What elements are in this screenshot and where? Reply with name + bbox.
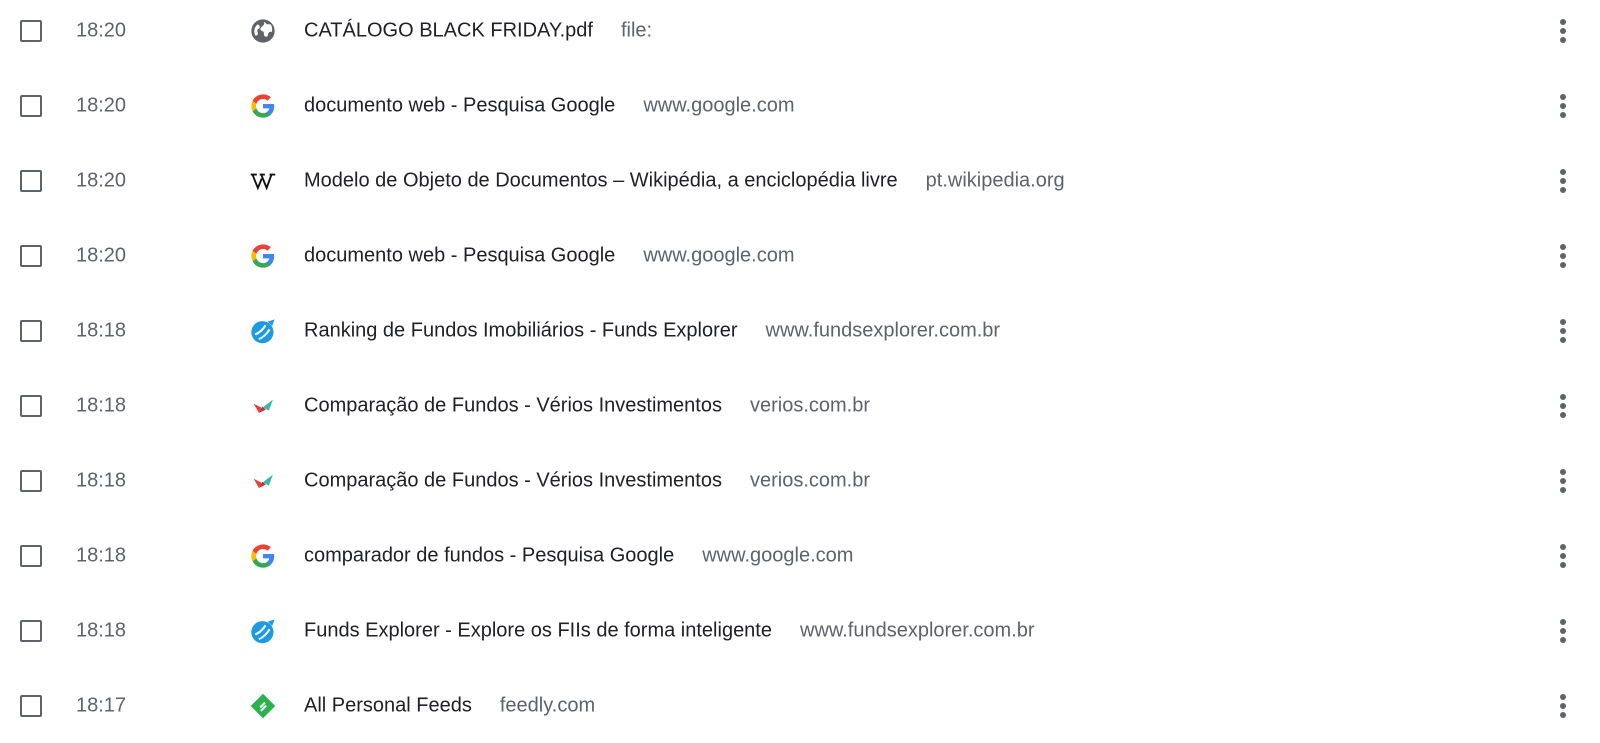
page-title-link[interactable]: documento web - Pesquisa Google [304,94,615,117]
visit-time: 18:18 [76,319,127,341]
google-icon [249,242,277,270]
more-vert-icon [1560,393,1566,418]
more-actions-button[interactable] [1548,161,1578,201]
more-vert-icon [1560,693,1566,718]
more-actions-button[interactable] [1548,236,1578,276]
history-item[interactable]: 18:20 Modelo de Objeto de Documentos – W… [0,143,1600,218]
visit-time: 18:20 [76,94,127,116]
history-item[interactable]: 18:18 comparador de fundos - Pesquisa Go… [0,518,1600,593]
page-title-link[interactable]: Comparação de Fundos - Vérios Investimen… [304,394,722,417]
funds-explorer-icon [249,317,277,345]
page-title-link[interactable]: Funds Explorer - Explore os FIIs de form… [304,619,772,642]
select-checkbox[interactable] [20,619,42,642]
history-item[interactable]: 18:20 documento web - Pesquisa Google ww… [0,68,1600,143]
history-item[interactable]: 18:20 documento web - Pesquisa Google ww… [0,218,1600,293]
more-actions-button[interactable] [1548,86,1578,126]
history-entry: Ranking de Fundos Imobiliários - Funds E… [304,319,1000,342]
more-vert-icon [1560,243,1566,268]
page-domain: file: [620,19,653,41]
history-entry: CATÁLOGO BLACK FRIDAY.pdf file: [304,19,652,42]
more-vert-icon [1560,468,1566,493]
page-title-link[interactable]: Ranking de Fundos Imobiliários - Funds E… [304,319,738,342]
history-entry: comparador de fundos - Pesquisa Google w… [304,544,853,567]
page-domain: www.google.com [702,544,854,566]
page-title-link[interactable]: Comparação de Fundos - Vérios Investimen… [304,469,722,492]
history-entry: documento web - Pesquisa Google www.goog… [304,94,795,117]
page-domain: feedly.com [499,694,596,716]
wikipedia-icon [249,167,277,195]
verios-icon [249,467,277,495]
visit-time: 18:20 [76,19,127,41]
visit-time: 18:18 [76,619,127,641]
more-vert-icon [1560,618,1566,643]
history-item[interactable]: 18:18 Ranking de Fundos Imobiliários - F… [0,293,1600,368]
google-icon [249,542,277,570]
select-checkbox[interactable] [20,19,42,42]
page-title-link[interactable]: All Personal Feeds [304,694,472,717]
history-entry: Funds Explorer - Explore os FIIs de form… [304,619,1035,642]
history-item[interactable]: 18:17 All Personal Feeds feedly.com [0,668,1600,743]
select-checkbox[interactable] [20,244,42,267]
visit-time: 18:18 [76,394,127,416]
more-actions-button[interactable] [1548,686,1578,726]
visit-time: 18:17 [76,694,127,716]
history-item[interactable]: 18:18 Comparação de Fundos - Vérios Inve… [0,443,1600,518]
select-checkbox[interactable] [20,544,42,567]
more-vert-icon [1560,168,1566,193]
more-actions-button[interactable] [1548,386,1578,426]
page-title-link[interactable]: comparador de fundos - Pesquisa Google [304,544,674,567]
more-vert-icon [1560,318,1566,343]
page-domain: www.fundsexplorer.com.br [765,319,1001,341]
history-entry: documento web - Pesquisa Google www.goog… [304,244,795,267]
history-item[interactable]: 18:18 Comparação de Fundos - Vérios Inve… [0,368,1600,443]
more-actions-button[interactable] [1548,11,1578,51]
funds-explorer-icon [249,617,277,645]
verios-icon [249,392,277,420]
history-entry: Comparação de Fundos - Vérios Investimen… [304,394,870,417]
page-title-link[interactable]: documento web - Pesquisa Google [304,244,615,267]
visit-time: 18:18 [76,544,127,566]
visit-time: 18:18 [76,469,127,491]
select-checkbox[interactable] [20,319,42,342]
page-domain: www.google.com [643,94,795,116]
page-title-link[interactable]: CATÁLOGO BLACK FRIDAY.pdf [304,19,593,42]
page-title-link[interactable]: Modelo de Objeto de Documentos – Wikipéd… [304,169,898,192]
page-domain: pt.wikipedia.org [925,169,1065,191]
page-domain: verios.com.br [749,394,871,416]
google-icon [249,92,277,120]
history-item[interactable]: 18:18 Funds Explorer - Explore os FIIs d… [0,593,1600,668]
history-entry: All Personal Feeds feedly.com [304,694,595,717]
more-actions-button[interactable] [1548,536,1578,576]
more-actions-button[interactable] [1548,611,1578,651]
more-vert-icon [1560,18,1566,43]
more-vert-icon [1560,543,1566,568]
globe-icon [249,17,277,45]
history-entry: Comparação de Fundos - Vérios Investimen… [304,469,870,492]
more-actions-button[interactable] [1548,461,1578,501]
page-domain: verios.com.br [749,469,871,491]
visit-time: 18:20 [76,169,127,191]
select-checkbox[interactable] [20,94,42,117]
visit-time: 18:20 [76,244,127,266]
more-actions-button[interactable] [1548,311,1578,351]
feedly-icon [249,692,277,720]
select-checkbox[interactable] [20,394,42,417]
more-vert-icon [1560,93,1566,118]
select-checkbox[interactable] [20,469,42,492]
page-domain: www.fundsexplorer.com.br [800,619,1035,641]
select-checkbox[interactable] [20,694,42,717]
select-checkbox[interactable] [20,169,42,192]
history-entry: Modelo de Objeto de Documentos – Wikipéd… [304,169,1065,192]
history-list: 18:20 CATÁLOGO BLACK FRIDAY.pdf file: 18… [0,0,1600,742]
history-item[interactable]: 18:20 CATÁLOGO BLACK FRIDAY.pdf file: [0,0,1600,68]
page-domain: www.google.com [643,244,795,266]
